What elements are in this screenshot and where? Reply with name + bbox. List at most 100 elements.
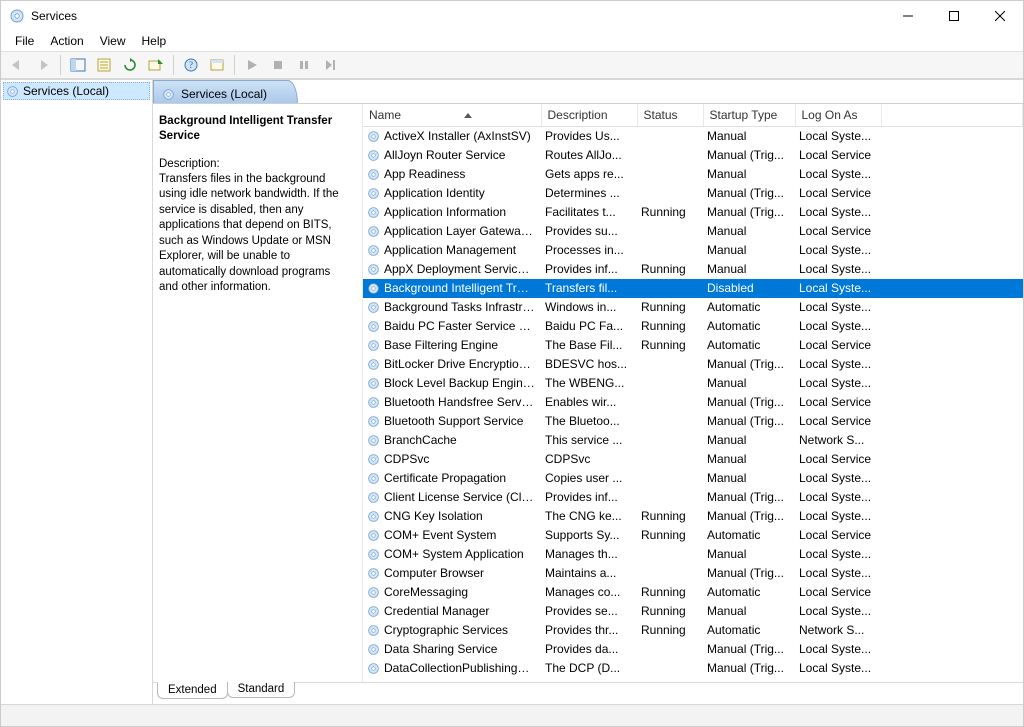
cell-spacer	[881, 564, 1023, 583]
cell-startup-type: Manual (Trig...	[703, 507, 795, 526]
table-row[interactable]: CNG Key IsolationThe CNG ke...RunningMan…	[363, 507, 1023, 526]
properties-button[interactable]	[92, 54, 116, 76]
cell-name: CNG Key Isolation	[363, 507, 541, 526]
cell-description: Enables wir...	[541, 393, 637, 412]
nav-forward-button[interactable]	[31, 54, 55, 76]
help-button[interactable]: ?	[179, 54, 203, 76]
table-row[interactable]: CDPSvcCDPSvcManualLocal Service	[363, 450, 1023, 469]
table-row[interactable]: AllJoyn Router ServiceRoutes AllJo...Man…	[363, 146, 1023, 165]
table-row[interactable]: Cryptographic ServicesProvides thr...Run…	[363, 621, 1023, 640]
cell-status	[637, 222, 703, 241]
table-row[interactable]: Certificate PropagationCopies user ...Ma…	[363, 469, 1023, 488]
cell-startup-type: Manual	[703, 127, 795, 146]
table-row[interactable]: Baidu PC Faster Service 5.1....Baidu PC …	[363, 317, 1023, 336]
cell-name: Application Management	[363, 241, 541, 260]
menu-action[interactable]: Action	[42, 32, 91, 50]
detail-pane: Background Intelligent Transfer Service …	[153, 104, 363, 682]
cell-status: Running	[637, 203, 703, 222]
show-hide-tree-button[interactable]	[66, 54, 90, 76]
cell-log-on-as: Local Syste...	[795, 279, 881, 298]
export-list-button[interactable]	[144, 54, 168, 76]
table-row[interactable]: COM+ Event SystemSupports Sy...RunningAu…	[363, 526, 1023, 545]
col-log-on-as[interactable]: Log On As	[795, 104, 881, 127]
col-startup-type[interactable]: Startup Type	[703, 104, 795, 127]
cell-log-on-as: Local Syste...	[795, 203, 881, 222]
table-row[interactable]: App ReadinessGets apps re...ManualLocal …	[363, 165, 1023, 184]
status-bar	[1, 704, 1023, 726]
cell-log-on-as: Local Service	[795, 393, 881, 412]
cell-status	[637, 374, 703, 393]
cell-status	[637, 184, 703, 203]
table-row[interactable]: Bluetooth Support ServiceThe Bluetoo...M…	[363, 412, 1023, 431]
col-description[interactable]: Description	[541, 104, 637, 127]
table-row[interactable]: Application ManagementProcesses in...Man…	[363, 241, 1023, 260]
start-service-button[interactable]	[240, 54, 264, 76]
gear-icon	[367, 244, 380, 257]
cell-spacer	[881, 659, 1023, 678]
menu-view[interactable]: View	[92, 32, 134, 50]
sort-asc-icon	[464, 113, 472, 118]
manage-button[interactable]	[205, 54, 229, 76]
services-scroll[interactable]: Name Description Status Startup Type Log…	[363, 104, 1023, 682]
menu-file[interactable]: File	[7, 32, 42, 50]
table-row[interactable]: AppX Deployment Service (...Provides inf…	[363, 260, 1023, 279]
menu-help[interactable]: Help	[134, 32, 175, 50]
table-row[interactable]: BranchCacheThis service ...ManualNetwork…	[363, 431, 1023, 450]
tree-node-services-local[interactable]: Services (Local)	[3, 82, 150, 100]
gear-icon	[367, 662, 380, 675]
col-name[interactable]: Name	[363, 104, 541, 127]
minimize-button[interactable]	[885, 1, 931, 31]
cell-log-on-as: Local Service	[795, 222, 881, 241]
table-row[interactable]: COM+ System ApplicationManages th...Manu…	[363, 545, 1023, 564]
pause-service-button[interactable]	[292, 54, 316, 76]
cell-log-on-as: Local Service	[795, 583, 881, 602]
gear-icon	[367, 225, 380, 238]
gear-icon	[367, 149, 380, 162]
cell-name: COM+ Event System	[363, 526, 541, 545]
cell-status	[637, 431, 703, 450]
stop-service-button[interactable]	[266, 54, 290, 76]
col-status[interactable]: Status	[637, 104, 703, 127]
tab-extended[interactable]: Extended	[157, 682, 228, 699]
cell-log-on-as: Local Service	[795, 336, 881, 355]
table-row[interactable]: Client License Service (ClipS...Provides…	[363, 488, 1023, 507]
table-row[interactable]: Block Level Backup Engine ...The WBENG..…	[363, 374, 1023, 393]
table-row[interactable]: Background Intelligent Tran...Transfers …	[363, 279, 1023, 298]
cell-spacer	[881, 146, 1023, 165]
table-row[interactable]: Computer BrowserMaintains a...Manual (Tr…	[363, 564, 1023, 583]
console-tree[interactable]: Services (Local)	[1, 80, 153, 704]
tab-standard[interactable]: Standard	[227, 682, 296, 698]
cell-spacer	[881, 602, 1023, 621]
cell-log-on-as: Local Syste...	[795, 241, 881, 260]
table-row[interactable]: Bluetooth Handsfree ServiceEnables wir..…	[363, 393, 1023, 412]
close-button[interactable]	[977, 1, 1023, 31]
gear-icon	[367, 586, 380, 599]
nav-back-button[interactable]	[5, 54, 29, 76]
cell-name: CoreMessaging	[363, 583, 541, 602]
cell-description: Determines ...	[541, 184, 637, 203]
table-row[interactable]: Background Tasks Infrastru...Windows in.…	[363, 298, 1023, 317]
table-row[interactable]: CoreMessagingManages co...RunningAutomat…	[363, 583, 1023, 602]
description-text: Transfers files in the background using …	[159, 172, 352, 296]
cell-description: Provides se...	[541, 602, 637, 621]
refresh-button[interactable]	[118, 54, 142, 76]
cell-name: Computer Browser	[363, 564, 541, 583]
table-row[interactable]: DataCollectionPublishingSe...The DCP (D.…	[363, 659, 1023, 678]
table-row[interactable]: Data Sharing ServiceProvides da...Manual…	[363, 640, 1023, 659]
table-row[interactable]: ActiveX Installer (AxInstSV)Provides Us.…	[363, 127, 1023, 146]
table-row[interactable]: Application Layer Gateway ...Provides su…	[363, 222, 1023, 241]
cell-description: The WBENG...	[541, 374, 637, 393]
cell-description: Baidu PC Fa...	[541, 317, 637, 336]
cell-description: Maintains a...	[541, 564, 637, 583]
services-list-pane: Name Description Status Startup Type Log…	[363, 104, 1023, 682]
gear-icon	[367, 605, 380, 618]
table-row[interactable]: Application IdentityDetermines ...Manual…	[363, 184, 1023, 203]
maximize-button[interactable]	[931, 1, 977, 31]
table-row[interactable]: Base Filtering EngineThe Base Fil...Runn…	[363, 336, 1023, 355]
table-row[interactable]: BitLocker Drive Encryption ...BDESVC hos…	[363, 355, 1023, 374]
table-row[interactable]: Application InformationFacilitates t...R…	[363, 203, 1023, 222]
table-row[interactable]: Credential ManagerProvides se...RunningM…	[363, 602, 1023, 621]
cell-startup-type: Manual	[703, 241, 795, 260]
gear-icon	[367, 187, 380, 200]
restart-service-button[interactable]	[318, 54, 342, 76]
